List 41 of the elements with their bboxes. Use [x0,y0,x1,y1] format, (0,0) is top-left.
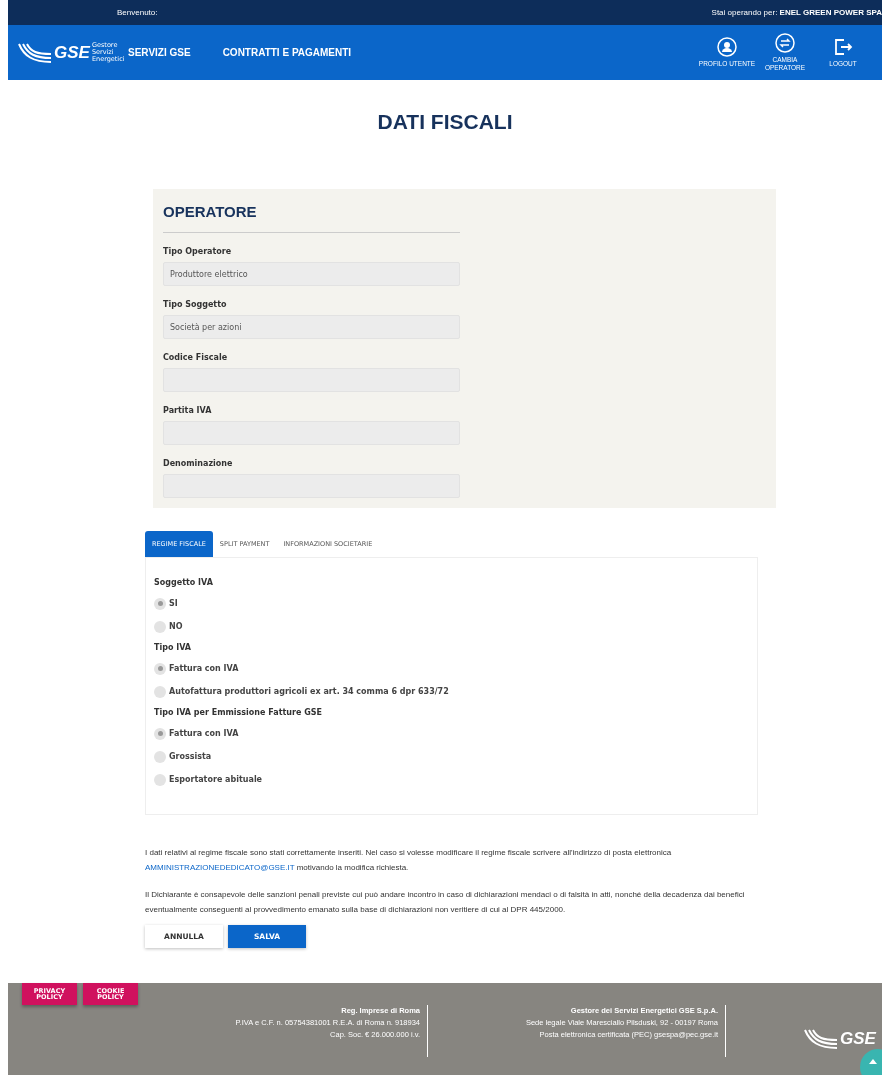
welcome-text: Benvenuto: [117,8,158,17]
group-label: Tipo IVA [154,643,193,652]
input-field[interactable]: Produttore elettrico [163,262,460,286]
caret-up-icon [869,1059,877,1064]
option-label: Esportatore abituale [169,775,263,784]
radio-button[interactable] [154,620,166,633]
group-label: Tipo IVA per Emmissione Fatture GSE [154,708,323,717]
swoosh-icon [18,41,52,64]
logo-text: GSE [840,1029,876,1049]
option-label: Fattura con IVA [169,729,239,738]
radio-button[interactable] [154,597,166,610]
radio-button[interactable] [154,685,166,698]
group-label: Soggetto IVA [154,578,214,587]
radio-button[interactable] [154,727,166,740]
option-label: Fattura con IVA [169,664,239,673]
nav-link[interactable]: SERVIZI GSE [128,47,191,58]
option-label: Grossista [169,752,212,761]
input-field[interactable]: Società per azioni [163,315,460,339]
nav-link[interactable]: CONTRATTI E PAGAMENTI [222,47,352,58]
field-label: Partita IVA [163,406,213,415]
notice-text: I dati relativi al regime fiscale sono stati correttamente inseriti. Nel caso si volesse modificare il regime fiscale scrivere all'indirizzo di posta elettronica AMMINISTRAZIONEDEDICATO@GSE.IT motivando la modifica richiesta. [145,847,673,874]
user-icon [717,37,737,58]
option-label: NO [169,622,183,631]
logo-text: GSE [54,42,90,63]
option-label: SI [169,599,178,608]
declaration-text: Il Dichiarante è consapevole delle sanzioni penali previste cui può andare incontro in caso di dichiarazioni mendaci o di falsità in atti, nonché della decadenza dai benefici eventualmente conseguenti al provvedimento emanato sulla base di dichiarazioni non veritiere di cui al DPR 445/2000. [145,889,746,916]
option-label: Autofattura produttori agricoli ex art. 34 comma 6 dpr 633/72 [169,687,449,696]
swoosh-icon [804,1028,838,1050]
radio-button[interactable] [154,773,166,786]
radio-button[interactable] [154,750,166,763]
swap-icon [775,33,795,54]
logout-icon [833,37,853,58]
field-label: Codice Fiscale [163,353,229,362]
page-title: DATI FISCALI [376,110,514,135]
field-label: Tipo Operatore [163,247,233,256]
field-label: Tipo Soggetto [163,300,228,309]
operator-text: Stai operando per: ENEL GREEN POWER SPA [711,8,882,17]
email-link[interactable]: AMMINISTRAZIONEDEDICATO@GSE.IT [145,863,295,872]
field-label: Denominazione [163,459,234,468]
section-title: OPERATORE [163,203,460,233]
radio-button[interactable] [154,662,166,675]
